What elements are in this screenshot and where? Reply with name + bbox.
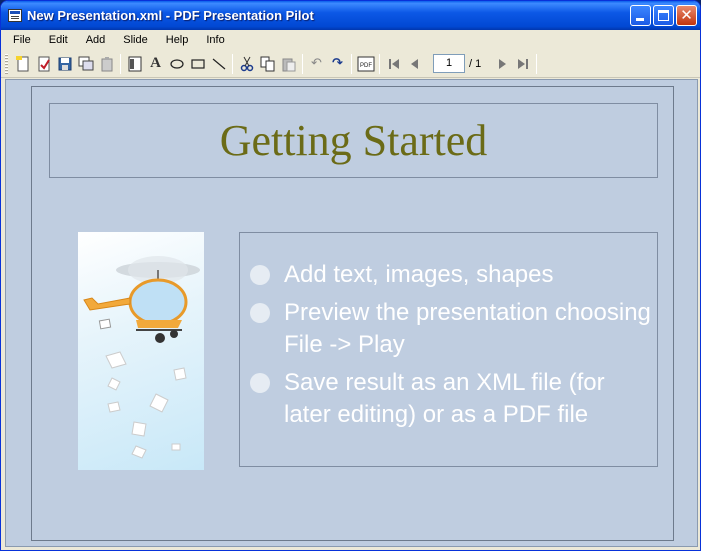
- menu-help[interactable]: Help: [166, 34, 189, 46]
- line-icon: [212, 58, 225, 69]
- toolbar-separator: [232, 53, 233, 74]
- layout-icon: [128, 56, 141, 71]
- next-page-button[interactable]: [491, 53, 512, 75]
- bullet-item: Save result as an XML file (for later ed…: [250, 367, 657, 431]
- pdf-label: PDF: [360, 63, 372, 69]
- menu-file[interactable]: File: [13, 34, 31, 46]
- paste-button[interactable]: [278, 53, 299, 75]
- app-window: New Presentation.xml - PDF Presentation …: [0, 0, 701, 551]
- window-controls: ✕: [630, 5, 697, 26]
- open-button[interactable]: [33, 53, 54, 75]
- title-bar[interactable]: New Presentation.xml - PDF Presentation …: [1, 1, 700, 30]
- redo-icon: ↷: [332, 56, 343, 71]
- toolbar-grip[interactable]: [5, 53, 8, 74]
- last-page-icon: [517, 58, 528, 69]
- menu-add[interactable]: Add: [86, 34, 106, 46]
- last-page-button[interactable]: [512, 53, 533, 75]
- slide-canvas[interactable]: Getting Started Add text, images, shapes…: [31, 86, 674, 541]
- prev-page-icon: [410, 58, 418, 69]
- save-button[interactable]: [54, 53, 75, 75]
- title-placeholder[interactable]: Getting Started: [49, 103, 658, 178]
- paste-icon: [282, 58, 295, 71]
- redo-button[interactable]: ↷: [327, 53, 348, 75]
- undo-button[interactable]: ↶: [306, 53, 327, 75]
- open-icon: [38, 56, 50, 71]
- menu-bar: File Edit Add Slide Help Info: [1, 30, 700, 50]
- paste-slide-icon: [101, 56, 112, 71]
- toolbar-separator: [120, 53, 121, 74]
- toolbar-separator: [351, 53, 352, 74]
- minimize-icon: [636, 18, 644, 21]
- copy-button[interactable]: [257, 53, 278, 75]
- layout-button[interactable]: [124, 53, 145, 75]
- save-icon: [58, 57, 71, 70]
- text-icon: A: [150, 55, 161, 71]
- first-page-icon: [388, 58, 399, 69]
- undo-icon: ↶: [311, 56, 322, 71]
- toolbar: A ↶ ↷ PDF 1 / 1: [1, 50, 700, 78]
- helicopter-illustration: [83, 256, 200, 459]
- bullet-dot-icon: [250, 265, 270, 285]
- copy-slide-button[interactable]: [75, 53, 96, 75]
- bullet-dot-icon: [250, 303, 270, 323]
- bullet-text-box[interactable]: Add text, images, shapes Preview the pre…: [239, 232, 658, 467]
- helicopter-image[interactable]: [78, 232, 204, 470]
- rectangle-icon: [190, 58, 205, 69]
- pdf-icon: PDF: [357, 56, 374, 71]
- bullet-text: Add text, images, shapes: [284, 261, 554, 288]
- toolbar-separator: [302, 53, 303, 74]
- page-total: / 1: [469, 57, 482, 70]
- toolbar-separator: [379, 53, 380, 74]
- bullet-item: Preview the presentation choosing File -…: [250, 297, 657, 361]
- new-button[interactable]: [12, 53, 33, 75]
- maximize-icon: [658, 10, 669, 21]
- menu-info[interactable]: Info: [206, 34, 224, 46]
- bullet-text: Preview the presentation choosing File -…: [284, 299, 651, 358]
- bullet-text: Save result as an XML file (for later ed…: [284, 369, 605, 428]
- maximize-button[interactable]: [653, 5, 674, 26]
- rectangle-button[interactable]: [187, 53, 208, 75]
- toolbar-separator: [536, 53, 538, 74]
- window-title: New Presentation.xml - PDF Presentation …: [27, 8, 314, 23]
- close-icon: ✕: [680, 6, 693, 24]
- minimize-button[interactable]: [630, 5, 651, 26]
- page-number-input[interactable]: 1: [433, 54, 465, 73]
- menu-slide[interactable]: Slide: [123, 34, 147, 46]
- text-button[interactable]: A: [145, 53, 166, 75]
- first-page-button[interactable]: [383, 53, 404, 75]
- bullet-item: Add text, images, shapes: [250, 259, 657, 291]
- menu-edit[interactable]: Edit: [49, 34, 68, 46]
- slide-title: Getting Started: [219, 116, 488, 165]
- next-page-icon: [498, 58, 506, 69]
- pdf-button[interactable]: PDF: [355, 53, 376, 75]
- workspace: Getting Started Add text, images, shapes…: [5, 79, 698, 547]
- cut-button[interactable]: [236, 53, 257, 75]
- ellipse-icon: [169, 58, 184, 69]
- close-button[interactable]: ✕: [676, 5, 697, 26]
- app-icon[interactable]: [8, 9, 22, 22]
- paste-slide-button[interactable]: [96, 53, 117, 75]
- copy-icon: [260, 56, 274, 71]
- prev-page-button[interactable]: [404, 53, 425, 75]
- ellipse-button[interactable]: [166, 53, 187, 75]
- copy-slide-icon: [78, 56, 93, 70]
- cut-icon: [240, 56, 253, 71]
- bullet-dot-icon: [250, 373, 270, 393]
- line-button[interactable]: [208, 53, 229, 75]
- new-icon: [15, 55, 28, 71]
